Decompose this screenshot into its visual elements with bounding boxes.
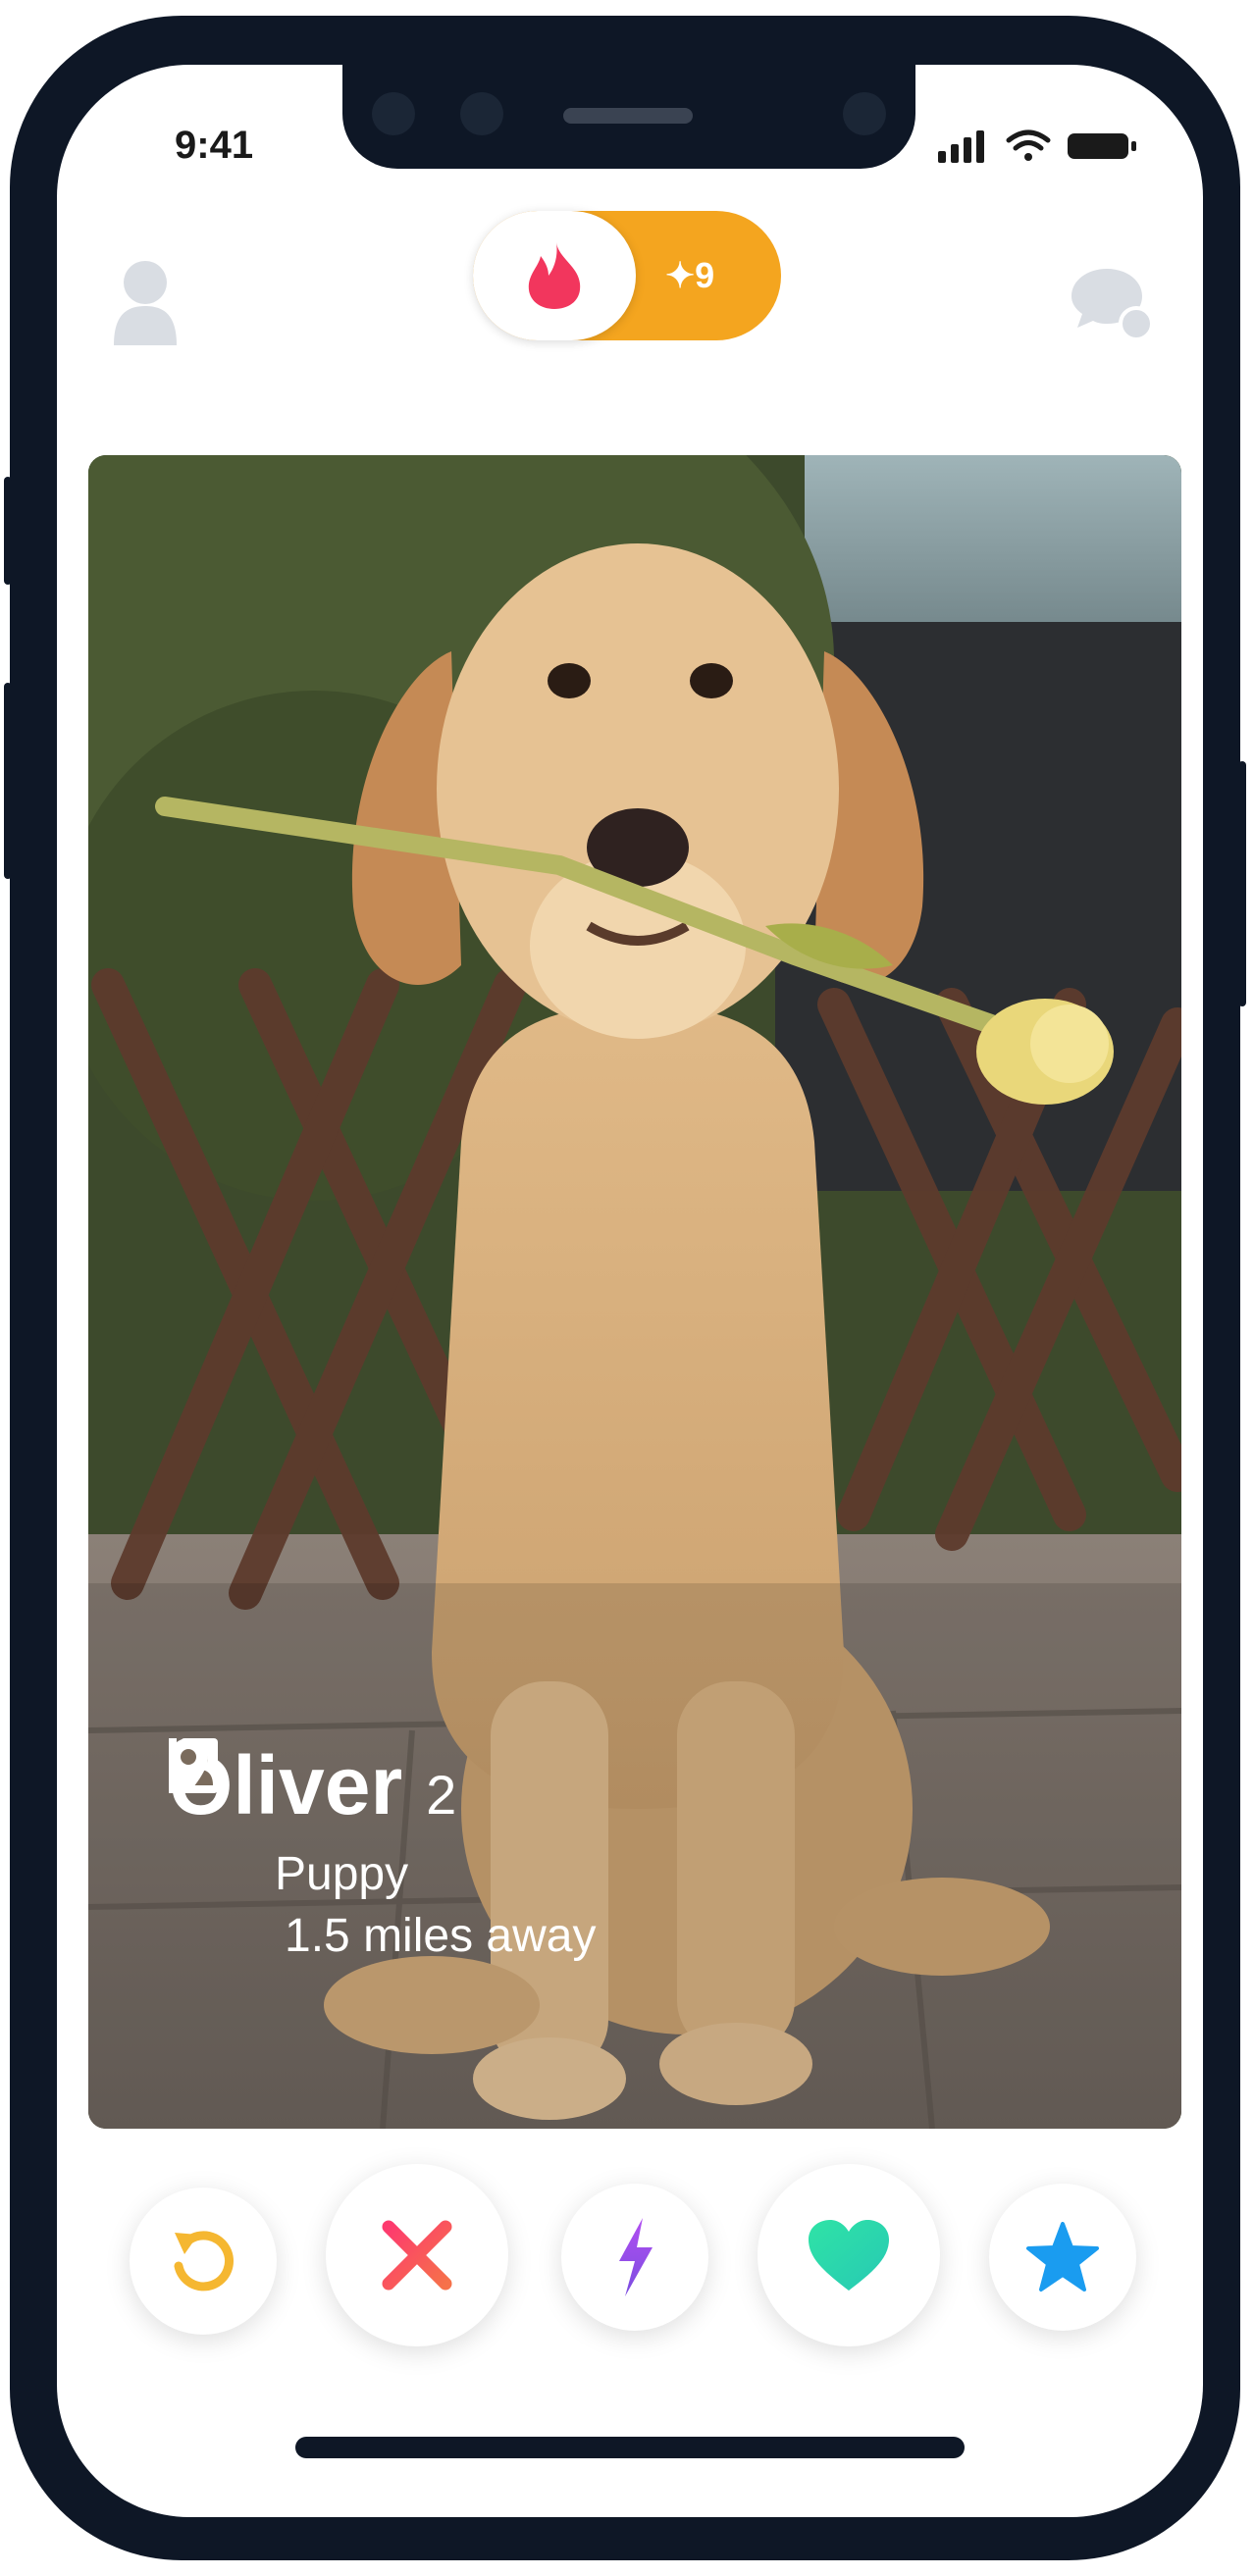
boost-count[interactable]: ✦9 [665, 211, 714, 340]
camera-icon [372, 92, 415, 135]
camera-icon [460, 92, 503, 135]
rewind-button[interactable] [130, 2188, 277, 2335]
profile-category-row: Puppy [169, 1738, 596, 1901]
profile-age: 2 [426, 1764, 457, 1826]
phone-frame: 9:41 ✦9 Oliver 2 Puppy 1.5 miles away [4, 16, 1246, 2560]
side-button [4, 477, 12, 585]
chat-bubbles-icon [1071, 269, 1154, 341]
like-button[interactable] [758, 2164, 940, 2346]
profile-card[interactable]: Oliver 2 Puppy 1.5 miles away [88, 455, 1181, 2129]
screen: 9:41 ✦9 Oliver 2 Puppy 1.5 miles away [57, 65, 1203, 2517]
status-time: 9:41 [175, 124, 254, 167]
heart-icon [809, 2220, 889, 2291]
side-button [4, 683, 12, 879]
rewind-icon [174, 2231, 234, 2292]
super-like-button[interactable] [989, 2184, 1136, 2331]
profile-category: Puppy [275, 1848, 409, 1900]
battery-icon [1068, 133, 1136, 159]
wifi-icon [1006, 129, 1051, 161]
home-indicator[interactable] [295, 2437, 965, 2458]
discover-tab[interactable] [473, 211, 636, 340]
profile-button[interactable] [114, 259, 177, 350]
boost-button[interactable] [561, 2184, 708, 2331]
side-button [1238, 761, 1246, 1006]
profile-info: Oliver 2 Puppy 1.5 miles away [169, 1738, 596, 1963]
status-icons [938, 128, 1144, 163]
x-icon [382, 2220, 452, 2291]
lightning-icon [619, 2218, 653, 2296]
nope-button[interactable] [326, 2164, 508, 2346]
notch [342, 65, 915, 169]
speaker-grill [563, 108, 693, 124]
mode-toggle[interactable]: ✦9 [473, 211, 781, 340]
person-icon [114, 261, 177, 345]
action-bar [57, 2140, 1203, 2396]
star-icon [1026, 2222, 1099, 2292]
signal-icon [938, 130, 984, 163]
profile-distance: 1.5 miles away [285, 1910, 597, 1962]
profile-distance-row: 1.5 miles away [169, 1738, 597, 1963]
camera-icon [843, 92, 886, 135]
flame-icon [528, 242, 581, 309]
messages-button[interactable] [1071, 267, 1154, 348]
